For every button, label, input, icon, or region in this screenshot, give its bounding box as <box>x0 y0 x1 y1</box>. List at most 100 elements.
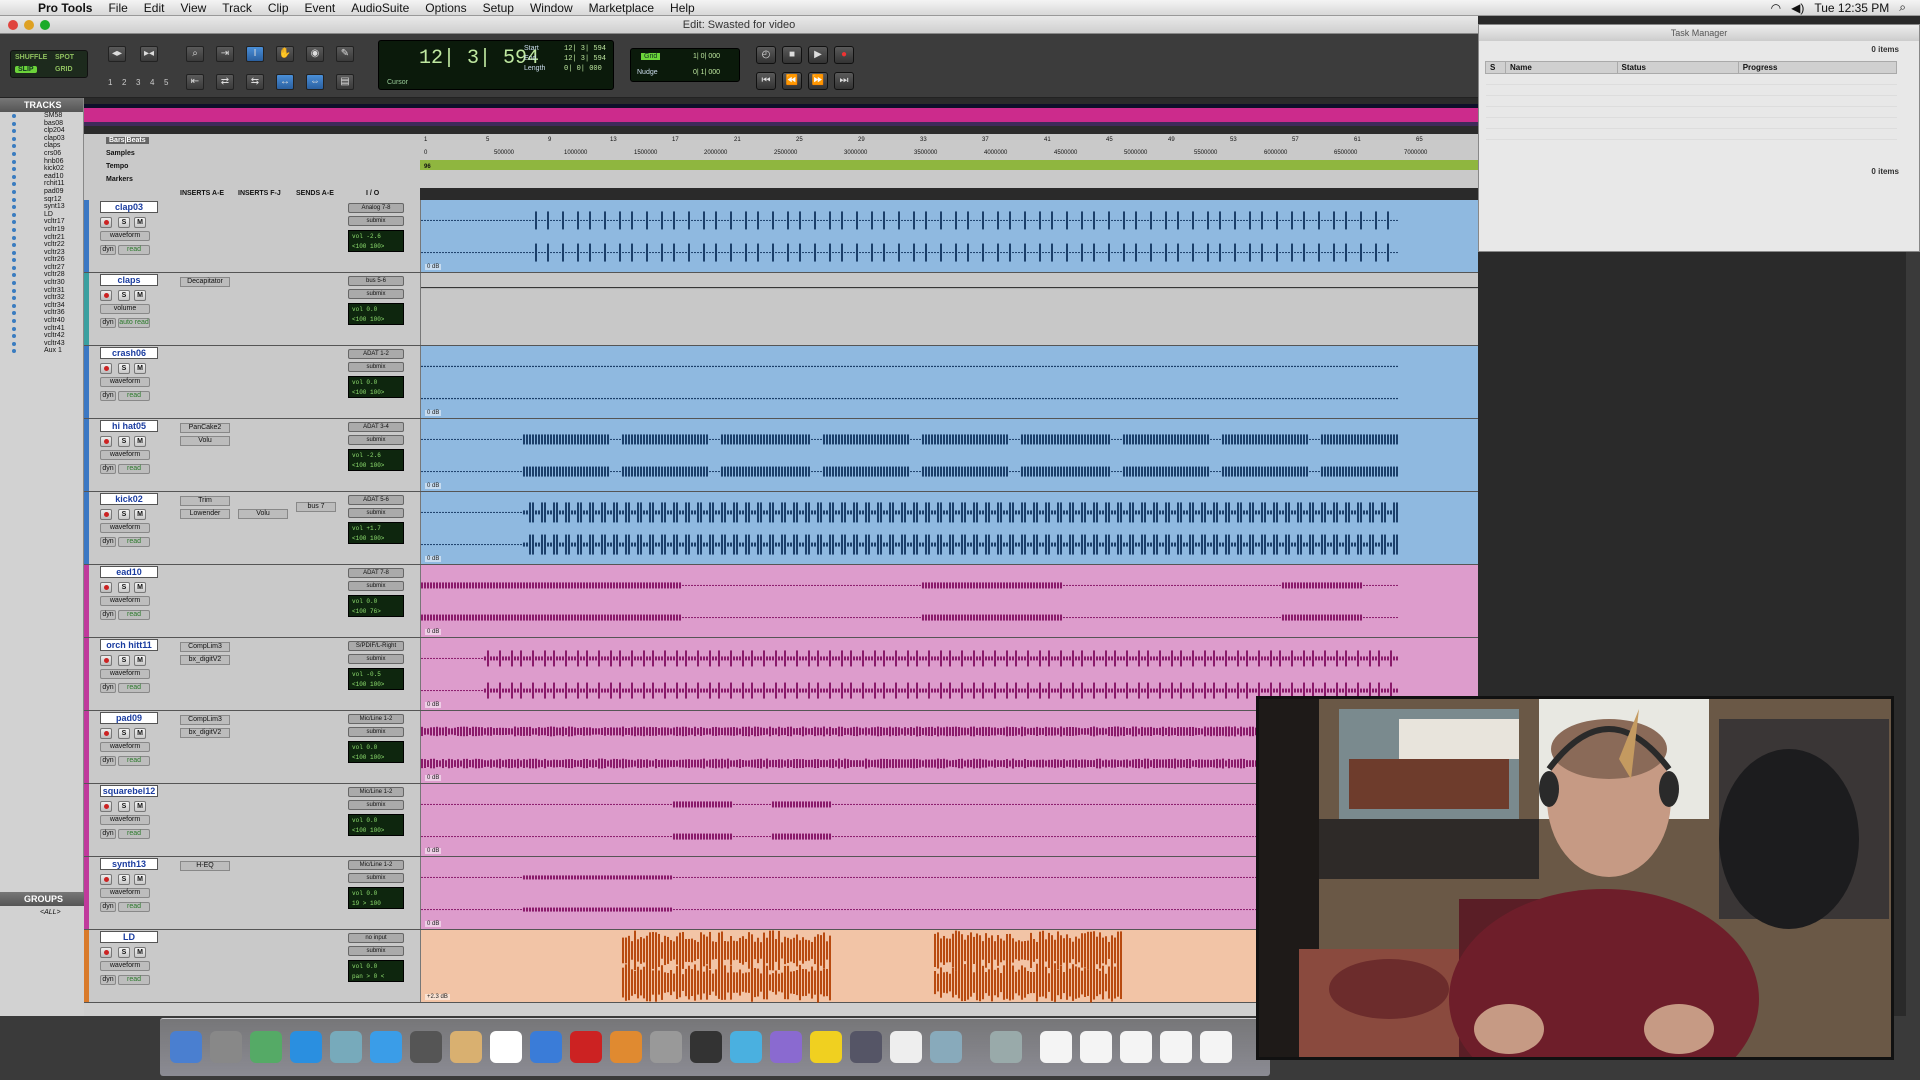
track-color-strip[interactable] <box>84 346 89 418</box>
record-enable-button[interactable] <box>100 874 112 885</box>
image-capture-icon[interactable] <box>930 1031 962 1063</box>
menu-clock[interactable]: Tue 12:35 PM <box>1814 1 1889 15</box>
volume-pan-display[interactable]: vol +1.7 <100 100> <box>348 522 404 544</box>
volume-pan-display[interactable]: vol -2.6 <100 100> <box>348 230 404 252</box>
input-selector[interactable]: ADAT 1-2 <box>348 349 404 359</box>
track-name[interactable]: clap03 <box>100 201 158 213</box>
menu-window[interactable]: Window <box>522 1 581 15</box>
insertion-follows-icon[interactable]: ↔ <box>276 74 294 90</box>
track-view-selector[interactable]: waveform <box>100 669 150 679</box>
mute-button[interactable]: M <box>134 290 146 301</box>
output-selector[interactable]: submix <box>348 362 404 372</box>
track-list-item[interactable]: rchit11 <box>0 180 83 188</box>
mute-button[interactable]: M <box>134 509 146 520</box>
pencil-tool-icon[interactable]: ✎ <box>336 46 354 62</box>
wifi-icon[interactable]: ◠ <box>1771 1 1781 15</box>
menu-app[interactable]: Pro Tools <box>30 1 100 15</box>
rewind-icon[interactable]: ⏪ <box>782 72 802 90</box>
document-icon[interactable] <box>1160 1031 1192 1063</box>
record-enable-button[interactable] <box>100 728 112 739</box>
dashboard-icon[interactable] <box>250 1031 282 1063</box>
track-list-item[interactable]: claps <box>0 142 83 150</box>
textedit-icon[interactable] <box>890 1031 922 1063</box>
track-list-item[interactable]: vcltr36 <box>0 309 83 317</box>
automation-mode-selector[interactable]: read <box>118 902 150 912</box>
track-view-selector[interactable]: waveform <box>100 742 150 752</box>
universe-view[interactable] <box>84 104 1478 126</box>
start-value[interactable]: 12| 3| 594 <box>564 45 606 53</box>
col-status[interactable]: Status <box>1616 61 1739 74</box>
mute-button[interactable]: M <box>134 801 146 812</box>
spot-mode[interactable]: SPOT <box>55 54 74 61</box>
zoom-preset-5[interactable]: 5 <box>164 78 168 87</box>
solo-button[interactable]: S <box>118 582 130 593</box>
input-selector[interactable]: bus 5-6 <box>348 276 404 286</box>
stop-icon[interactable]: ■ <box>782 46 802 64</box>
track-view-selector[interactable]: waveform <box>100 596 150 606</box>
contacts-icon[interactable] <box>450 1031 482 1063</box>
output-selector[interactable]: submix <box>348 654 404 664</box>
volume-pan-display[interactable]: vol 0.0 19 > 100 <box>348 887 404 909</box>
input-selector[interactable]: Analog 7-8 <box>348 203 404 213</box>
automation-mode-selector[interactable]: read <box>118 245 150 255</box>
go-to-end-icon[interactable]: ⏭ <box>834 72 854 90</box>
track-list-item[interactable]: hnb06 <box>0 158 83 166</box>
mute-button[interactable]: M <box>134 436 146 447</box>
tab-to-transient-icon[interactable]: ⇤ <box>186 74 204 90</box>
zoom-preset-2[interactable]: 2 <box>122 78 126 87</box>
output-selector[interactable]: submix <box>348 435 404 445</box>
menu-view[interactable]: View <box>172 1 214 15</box>
track-color-strip[interactable] <box>84 784 89 856</box>
track-view-selector[interactable]: waveform <box>100 815 150 825</box>
menu-clip[interactable]: Clip <box>260 1 297 15</box>
calendar-icon[interactable] <box>490 1031 522 1063</box>
input-selector[interactable]: S/PDIF/L-Right <box>348 641 404 651</box>
menu-event[interactable]: Event <box>297 1 344 15</box>
insert-slot[interactable]: CompLim3 <box>180 715 230 725</box>
track-name[interactable]: hi hat05 <box>100 420 158 432</box>
volume-pan-display[interactable]: vol -2.6 <100 100> <box>348 449 404 471</box>
volume-pan-display[interactable]: vol -0.5 <100 100> <box>348 668 404 690</box>
record-icon[interactable]: ● <box>834 46 854 64</box>
track-view-selector[interactable]: waveform <box>100 450 150 460</box>
selector-tool-icon[interactable]: I <box>246 46 264 62</box>
track-list-item[interactable]: SM58 <box>0 112 83 120</box>
solo-button[interactable]: S <box>118 655 130 666</box>
automation-mode-selector[interactable]: read <box>118 756 150 766</box>
insert-slot[interactable]: Volu <box>180 436 230 446</box>
keyboard-focus-icon[interactable]: ▤ <box>336 74 354 90</box>
track-color-strip[interactable] <box>84 565 89 637</box>
output-selector[interactable]: submix <box>348 216 404 226</box>
track-list-item[interactable]: vcltr30 <box>0 279 83 287</box>
facetime-icon[interactable] <box>410 1031 442 1063</box>
spotlight-icon[interactable]: ⌕ <box>1899 0 1906 15</box>
track-playlist-lane[interactable]: 0 dB <box>420 200 1478 272</box>
track-list-item[interactable]: crs06 <box>0 150 83 158</box>
document-icon[interactable] <box>1200 1031 1232 1063</box>
input-selector[interactable]: Mic/Line 1-2 <box>348 860 404 870</box>
solo-button[interactable]: S <box>118 363 130 374</box>
track-name[interactable]: squarebel12 <box>100 785 158 797</box>
length-value[interactable]: 0| 0| 000 <box>564 65 602 73</box>
zoom-in-icon[interactable]: ▸◂ <box>140 46 158 62</box>
track-list-item[interactable]: vcltr34 <box>0 302 83 310</box>
scrubber-tool-icon[interactable]: ◉ <box>306 46 324 62</box>
track-list-item[interactable]: synt13 <box>0 203 83 211</box>
track-view-selector[interactable]: waveform <box>100 888 150 898</box>
zoom-out-icon[interactable]: ◂▸ <box>108 46 126 62</box>
automation-mode-selector[interactable]: read <box>118 610 150 620</box>
preview-icon[interactable] <box>330 1031 362 1063</box>
mute-button[interactable]: M <box>134 874 146 885</box>
waves-icon[interactable] <box>730 1031 762 1063</box>
document-icon[interactable] <box>1040 1031 1072 1063</box>
mirrored-midi-icon[interactable]: ⇔ <box>306 74 324 90</box>
track-color-strip[interactable] <box>84 273 89 345</box>
zoom-window-icon[interactable] <box>40 20 50 30</box>
track-list-item[interactable]: vcltr27 <box>0 264 83 272</box>
menu-options[interactable]: Options <box>417 1 474 15</box>
record-enable-button[interactable] <box>100 947 112 958</box>
menu-setup[interactable]: Setup <box>475 1 522 15</box>
track-view-selector[interactable]: waveform <box>100 377 150 387</box>
volume-pan-display[interactable]: vol 0.0 <100 100> <box>348 376 404 398</box>
solo-button[interactable]: S <box>118 728 130 739</box>
